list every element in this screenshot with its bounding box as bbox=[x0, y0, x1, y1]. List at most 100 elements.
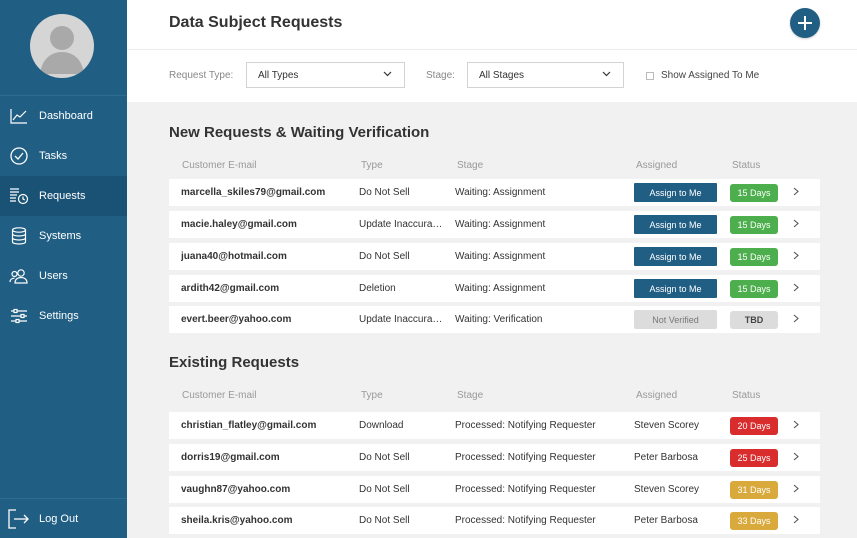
status-badge: 15 Days bbox=[730, 248, 778, 266]
table-row[interactable]: vaughn87@yahoo.com Do Not Sell Processed… bbox=[169, 476, 820, 503]
show-assigned-label[interactable]: Show Assigned To Me bbox=[661, 70, 759, 81]
assign-to-me-button[interactable]: Assign to Me bbox=[634, 215, 717, 234]
chevron-right-icon[interactable] bbox=[793, 420, 799, 429]
line-chart-icon bbox=[9, 106, 29, 126]
request-type: Do Not Sell bbox=[359, 515, 410, 526]
assignee-name: Steven Scorey bbox=[634, 484, 700, 495]
sidebar-item-label: Systems bbox=[39, 230, 82, 242]
show-assigned-checkbox[interactable] bbox=[646, 72, 654, 80]
customer-email: evert.beer@yahoo.com bbox=[181, 314, 292, 325]
status-badge: 15 Days bbox=[730, 216, 778, 234]
chevron-right-icon[interactable] bbox=[793, 515, 799, 524]
table-row[interactable]: sheila.kris@yahoo.com Do Not Sell Proces… bbox=[169, 507, 820, 534]
status-badge: 33 Days bbox=[730, 512, 778, 530]
table-row[interactable]: dorris19@gmail.com Do Not Sell Processed… bbox=[169, 444, 820, 471]
chevron-right-icon[interactable] bbox=[793, 187, 799, 196]
column-header-status: Status bbox=[732, 160, 761, 171]
logout-label: Log Out bbox=[39, 512, 79, 525]
column-header-email: Customer E-mail bbox=[182, 390, 257, 401]
sidebar-item-label: Tasks bbox=[39, 150, 68, 162]
request-type: Do Not Sell bbox=[359, 452, 410, 463]
request-type: Do Not Sell bbox=[359, 187, 410, 198]
assign-to-me-button[interactable]: Assign to Me bbox=[634, 183, 717, 202]
column-header-type: Type bbox=[361, 390, 383, 401]
status-badge: 31 Days bbox=[730, 481, 778, 499]
customer-email: sheila.kris@yahoo.com bbox=[181, 515, 293, 526]
chevron-right-icon[interactable] bbox=[793, 283, 799, 292]
request-type-label: Request Type: bbox=[169, 70, 234, 81]
sidebar-item-settings[interactable]: Settings bbox=[0, 296, 127, 336]
assignee-name: Steven Scorey bbox=[634, 420, 700, 431]
not-verified-badge: Not Verified bbox=[634, 310, 717, 329]
assign-to-me-button[interactable]: Assign to Me bbox=[634, 279, 717, 298]
column-header-type: Type bbox=[361, 160, 383, 171]
sidebar-item-dashboard[interactable]: Dashboard bbox=[0, 96, 127, 136]
table-row[interactable]: christian_flatley@gmail.com Download Pro… bbox=[169, 412, 820, 439]
request-stage: Waiting: Assignment bbox=[455, 251, 546, 262]
plus-icon bbox=[798, 16, 812, 30]
column-header-email: Customer E-mail bbox=[182, 160, 257, 171]
chevron-right-icon[interactable] bbox=[793, 452, 799, 461]
assignee-name: Peter Barbosa bbox=[634, 515, 698, 526]
request-stage: Processed: Notifying Requester bbox=[455, 515, 596, 526]
chevron-down-icon bbox=[383, 71, 392, 77]
request-type: Do Not Sell bbox=[359, 484, 410, 495]
table-row[interactable]: marcella_skiles79@gmail.com Do Not Sell … bbox=[169, 179, 820, 206]
request-stage: Processed: Notifying Requester bbox=[455, 420, 596, 431]
customer-email: juana40@hotmail.com bbox=[181, 251, 287, 262]
customer-email: dorris19@gmail.com bbox=[181, 452, 280, 463]
chevron-right-icon[interactable] bbox=[793, 314, 799, 323]
table-row[interactable]: ardith42@gmail.com Deletion Waiting: Ass… bbox=[169, 275, 820, 302]
chevron-down-icon bbox=[602, 71, 611, 77]
sidebar-item-label: Users bbox=[39, 270, 68, 282]
chevron-right-icon[interactable] bbox=[793, 219, 799, 228]
request-stage: Waiting: Verification bbox=[455, 314, 543, 325]
customer-email: vaughn87@yahoo.com bbox=[181, 484, 291, 495]
table-row[interactable]: macie.haley@gmail.com Update Inaccurate … bbox=[169, 211, 820, 238]
customer-email: macie.haley@gmail.com bbox=[181, 219, 297, 230]
request-type-value: All Types bbox=[258, 69, 299, 81]
request-type: Update Inaccurate Data bbox=[359, 314, 445, 325]
stage-label: Stage: bbox=[426, 70, 455, 81]
avatar-area bbox=[0, 0, 127, 96]
request-type: Download bbox=[359, 420, 404, 431]
stage-value: All Stages bbox=[479, 69, 525, 81]
request-stage: Waiting: Assignment bbox=[455, 219, 546, 230]
sidebar: Dashboard Tasks Requests Systems Users S… bbox=[0, 0, 127, 538]
column-header-assigned: Assigned bbox=[636, 160, 678, 171]
add-request-button[interactable] bbox=[790, 8, 820, 38]
sidebar-item-requests[interactable]: Requests bbox=[0, 176, 127, 216]
logout-button[interactable]: Log Out bbox=[0, 498, 127, 538]
customer-email: marcella_skiles79@gmail.com bbox=[181, 187, 326, 198]
sliders-icon bbox=[9, 306, 29, 326]
sidebar-item-systems[interactable]: Systems bbox=[0, 216, 127, 256]
request-type: Update Inaccurate Data bbox=[359, 219, 445, 230]
chevron-right-icon[interactable] bbox=[793, 251, 799, 260]
table-row[interactable]: juana40@hotmail.com Do Not Sell Waiting:… bbox=[169, 243, 820, 270]
requests-icon bbox=[9, 186, 29, 206]
existing-requests-title: Existing Requests bbox=[169, 354, 300, 371]
status-badge: 20 Days bbox=[730, 417, 778, 435]
customer-email: ardith42@gmail.com bbox=[181, 283, 280, 294]
request-type: Do Not Sell bbox=[359, 251, 410, 262]
chevron-right-icon[interactable] bbox=[793, 484, 799, 493]
table-row[interactable]: evert.beer@yahoo.com Update Inaccurate D… bbox=[169, 306, 820, 333]
stage-select[interactable]: All Stages bbox=[467, 62, 624, 88]
sidebar-item-label: Settings bbox=[39, 310, 79, 322]
page-title: Data Subject Requests bbox=[169, 14, 343, 31]
status-badge: 15 Days bbox=[730, 280, 778, 298]
sidebar-item-label: Dashboard bbox=[39, 110, 93, 122]
assign-to-me-button[interactable]: Assign to Me bbox=[634, 247, 717, 266]
sidebar-item-label: Requests bbox=[39, 190, 86, 202]
sidebar-item-tasks[interactable]: Tasks bbox=[0, 136, 127, 176]
avatar[interactable] bbox=[30, 14, 94, 78]
column-header-stage: Stage bbox=[457, 160, 484, 171]
sidebar-item-users[interactable]: Users bbox=[0, 256, 127, 296]
column-header-status: Status bbox=[732, 390, 761, 401]
column-header-assigned: Assigned bbox=[636, 390, 678, 401]
new-requests-title: New Requests & Waiting Verification bbox=[169, 124, 430, 141]
assignee-name: Peter Barbosa bbox=[634, 452, 698, 463]
check-circle-icon bbox=[9, 146, 29, 166]
request-type-select[interactable]: All Types bbox=[246, 62, 405, 88]
request-stage: Waiting: Assignment bbox=[455, 187, 546, 198]
